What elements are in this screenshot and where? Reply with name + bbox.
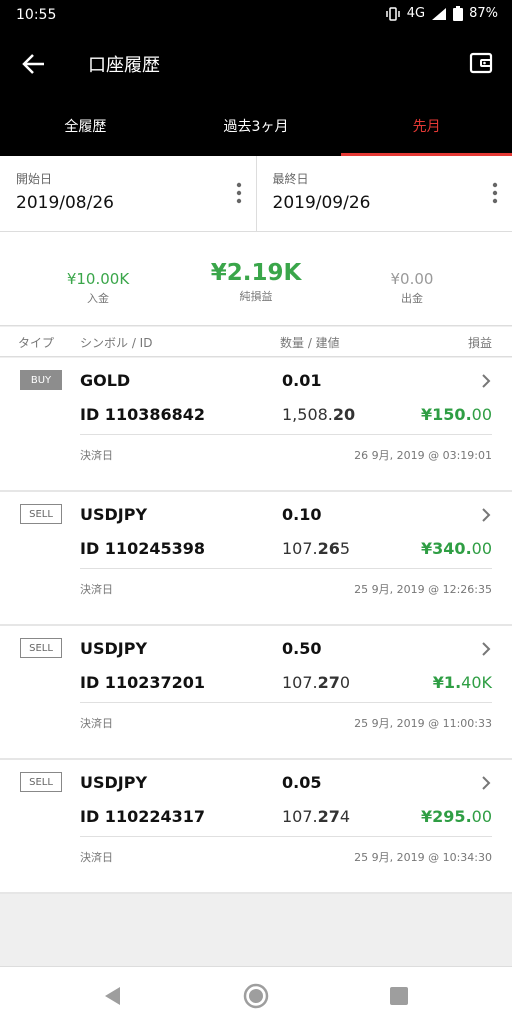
chevron-right-icon: [482, 374, 491, 388]
trade-id: ID 110224317: [80, 807, 205, 826]
col-pnl: 損益: [467, 336, 492, 350]
col-symbol: シンボル / ID: [80, 336, 153, 350]
trade-symbol: USDJPY: [80, 505, 148, 524]
settlement-date: 25 9月, 2019 @ 12:26:35: [354, 583, 492, 596]
col-type: タイプ: [18, 336, 55, 350]
row-divider: [80, 836, 492, 837]
status-bar: 10:55 4G 87%: [0, 0, 512, 32]
trade-pnl: ¥340.00: [421, 539, 492, 558]
withdrawal-amount: ¥0.00: [390, 270, 434, 288]
end-date-picker[interactable]: 最終日 2019/09/26: [255, 156, 512, 231]
row-divider: [80, 434, 492, 435]
kebab-icon[interactable]: [236, 182, 242, 204]
net-pnl-amount: ¥2.19K: [210, 260, 302, 286]
trade-type-badge: SELL: [20, 504, 62, 524]
date-range: 開始日 2019/08/26 最終日 2019/09/26: [0, 156, 512, 232]
start-date-label: 開始日: [16, 172, 53, 186]
withdrawal-caption: 出金: [401, 292, 423, 305]
page-title: 口座履歴: [88, 55, 160, 76]
trade-list: BUY GOLD 0.01 ID 110386842 1,508.20 ¥150…: [0, 358, 512, 894]
tab-all-history[interactable]: 全履歴: [0, 96, 171, 156]
system-nav-bar: [0, 966, 512, 1024]
trade-price: 107.270: [282, 673, 351, 692]
battery-level: 87%: [469, 6, 498, 21]
trade-quantity: 0.01: [282, 371, 322, 390]
status-time: 10:55: [16, 7, 57, 23]
deposit-amount: ¥10.00K: [66, 270, 130, 288]
trade-pnl: ¥295.00: [421, 807, 492, 826]
settlement-date: 25 9月, 2019 @ 11:00:33: [354, 717, 492, 730]
trade-type-badge: BUY: [20, 370, 62, 390]
kebab-icon[interactable]: [492, 182, 498, 204]
deposit-caption: 入金: [87, 292, 109, 305]
row-divider: [80, 568, 492, 569]
settlement-date: 25 9月, 2019 @ 10:34:30: [354, 851, 492, 864]
wallet-icon[interactable]: [468, 50, 494, 76]
trade-row[interactable]: SELL USDJPY 0.50 ID 110237201 107.270 ¥1…: [0, 626, 512, 760]
col-qty: 数量 / 建値: [280, 336, 340, 350]
tab-past-3-months[interactable]: 過去3ヶ月: [171, 96, 342, 156]
settlement-label: 決済日: [80, 717, 113, 730]
trade-symbol: GOLD: [80, 371, 131, 390]
end-date-value: 2019/09/26: [272, 193, 371, 213]
trade-type-badge: SELL: [20, 772, 62, 792]
chevron-right-icon: [482, 776, 491, 790]
circle-home-icon[interactable]: [243, 983, 269, 1009]
trade-symbol: USDJPY: [80, 773, 148, 792]
vibrate-icon: [385, 6, 400, 21]
start-date-picker[interactable]: 開始日 2019/08/26: [0, 156, 256, 231]
chevron-right-icon: [482, 508, 491, 522]
net-pnl-caption: 純損益: [239, 290, 273, 303]
network-type: 4G: [406, 6, 426, 21]
settlement-date: 26 9月, 2019 @ 03:19:01: [354, 449, 492, 462]
account-summary: ¥10.00K 入金 ¥2.19K 純損益 ¥0.00 出金: [0, 232, 512, 326]
deposit-summary: ¥10.00K 入金: [42, 270, 154, 306]
battery-icon: [453, 6, 464, 21]
withdrawal-summary: ¥0.00 出金: [356, 270, 468, 306]
column-headers: タイプ シンボル / ID 数量 / 建値 損益: [0, 327, 512, 357]
row-divider: [80, 702, 492, 703]
trade-id: ID 110237201: [80, 673, 205, 692]
end-date-label: 最終日: [272, 172, 309, 186]
arrow-left-icon[interactable]: [20, 50, 48, 78]
trade-symbol: USDJPY: [80, 639, 148, 658]
trade-row[interactable]: BUY GOLD 0.01 ID 110386842 1,508.20 ¥150…: [0, 358, 512, 492]
trade-price: 1,508.20: [282, 405, 356, 424]
trade-row[interactable]: SELL USDJPY 0.05 ID 110224317 107.274 ¥2…: [0, 760, 512, 894]
net-pnl-summary: ¥2.19K 純損益: [186, 260, 326, 304]
trade-id: ID 110245398: [80, 539, 205, 558]
settlement-label: 決済日: [80, 583, 113, 596]
trade-pnl: ¥150.00: [421, 405, 492, 424]
tab-last-month[interactable]: 先月: [341, 96, 512, 156]
trade-quantity: 0.05: [282, 773, 322, 792]
trade-price: 107.274: [282, 807, 351, 826]
trade-row[interactable]: SELL USDJPY 0.10 ID 110245398 107.265 ¥3…: [0, 492, 512, 626]
settlement-label: 決済日: [80, 851, 113, 864]
history-tabs: 全履歴 過去3ヶ月 先月: [0, 96, 512, 156]
trade-price: 107.265: [282, 539, 351, 558]
trade-quantity: 0.10: [282, 505, 322, 524]
trade-quantity: 0.50: [282, 639, 322, 658]
square-recents-icon[interactable]: [386, 983, 412, 1009]
status-icons: 4G 87%: [385, 6, 498, 21]
signal-icon: [432, 7, 447, 20]
trade-type-badge: SELL: [20, 638, 62, 658]
chevron-right-icon: [482, 642, 491, 656]
trade-pnl: ¥1.40K: [432, 673, 492, 692]
settlement-label: 決済日: [80, 449, 113, 462]
app-bar: 口座履歴: [0, 32, 512, 96]
triangle-back-icon[interactable]: [100, 983, 126, 1009]
start-date-value: 2019/08/26: [16, 193, 114, 213]
trade-id: ID 110386842: [80, 405, 205, 424]
